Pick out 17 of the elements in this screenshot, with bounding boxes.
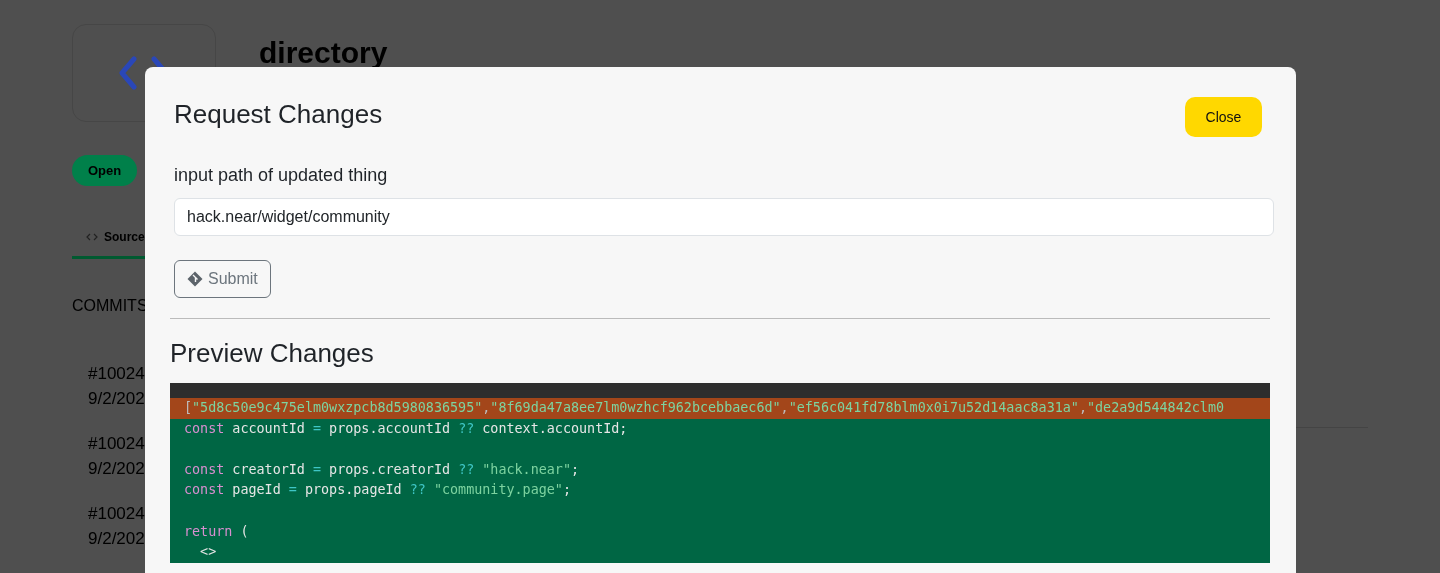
field-label: input path of updated thing (174, 165, 389, 186)
commit-date: 9/2/202 (88, 458, 146, 480)
close-button[interactable]: Close (1185, 97, 1262, 137)
commit-id: #10024 (88, 503, 146, 525)
section-heading: COMMITS (72, 297, 149, 315)
path-input-field[interactable]: hack.near/widget/community (174, 198, 1274, 236)
commit-date: 9/2/202 (88, 388, 146, 410)
commit-date: 9/2/202 (88, 528, 146, 550)
commit-id: #10024 (88, 363, 146, 385)
commit-id: #10024 (88, 433, 146, 455)
code-icon (86, 233, 98, 241)
submit-button[interactable]: Submit (174, 260, 271, 298)
page-title: directory (259, 38, 388, 68)
modal-title: Request Changes (174, 99, 383, 130)
preview-title: Preview Changes (170, 338, 375, 369)
status-badge: Open (72, 155, 138, 186)
git-icon (187, 271, 203, 287)
